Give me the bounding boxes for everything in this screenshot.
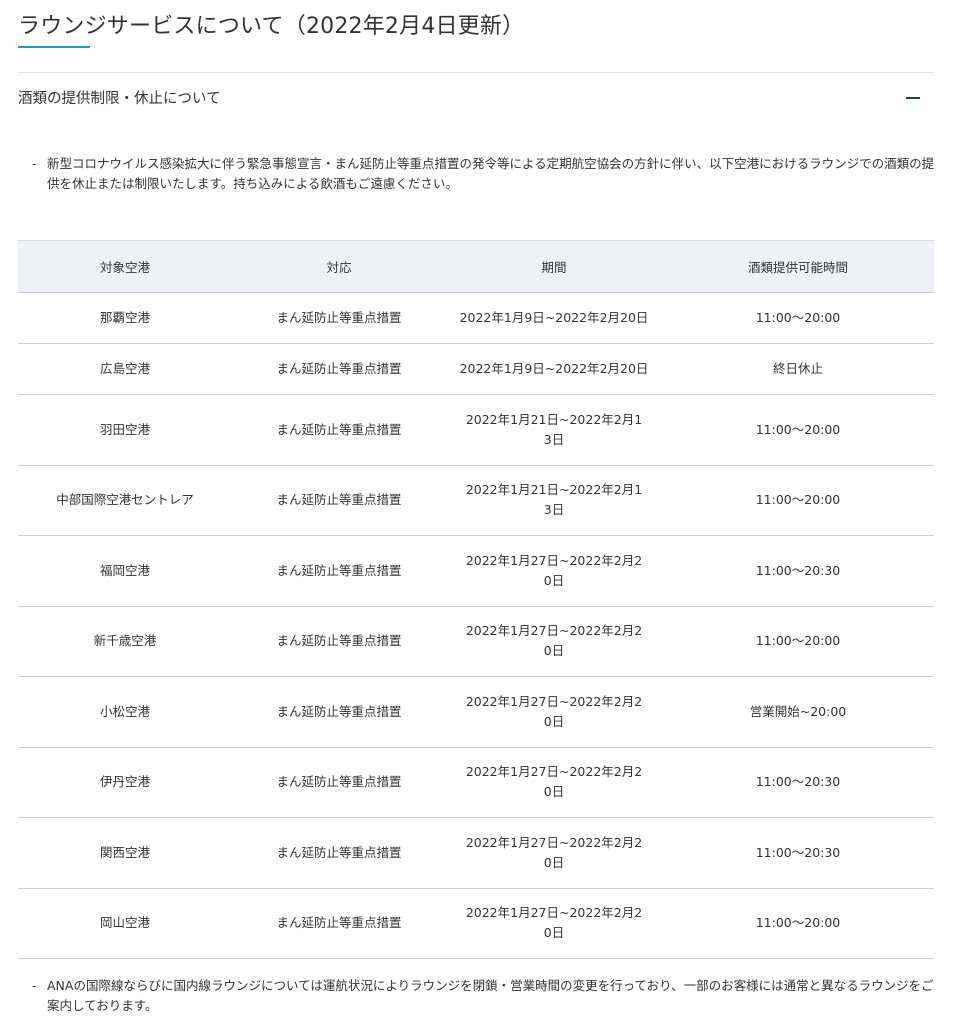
header-hours: 酒類提供可能時間 bbox=[662, 240, 934, 293]
cell-airport: 羽田空港 bbox=[18, 394, 232, 466]
period-text: 2022年1月21日~2022年2月13日 bbox=[465, 411, 643, 447]
cell-period: 2022年1月27日~2022年2月20日 bbox=[446, 535, 662, 607]
notice-text: ANAの国際線ならびに国内線ラウンジについては運航状況によりラウンジを閉鎖・営業… bbox=[47, 978, 934, 1013]
cell-period: 2022年1月9日~2022年2月20日 bbox=[446, 292, 662, 344]
table-row: 羽田空港 まん延防止等重点措置 2022年1月21日~2022年2月13日 11… bbox=[18, 394, 934, 466]
notice-text-bottom: - ANAの国際線ならびに国内線ラウンジについては運航状況によりラウンジを閉鎖・… bbox=[32, 976, 938, 1016]
cell-airport: 那覇空港 bbox=[18, 292, 232, 344]
cell-hours: 11:00～20:00 bbox=[662, 465, 934, 536]
cell-measure: まん延防止等重点措置 bbox=[232, 606, 446, 677]
period-text: 2022年1月27日~2022年2月20日 bbox=[465, 764, 643, 800]
header-measure: 対応 bbox=[232, 240, 446, 293]
cell-measure: まん延防止等重点措置 bbox=[232, 817, 446, 889]
cell-measure: まん延防止等重点措置 bbox=[232, 676, 446, 748]
cell-period: 2022年1月27日~2022年2月20日 bbox=[446, 888, 662, 959]
period-text: 2022年1月9日~2022年2月20日 bbox=[459, 310, 649, 325]
cell-measure: まん延防止等重点措置 bbox=[232, 747, 446, 818]
cell-hours: 11:00～20:30 bbox=[662, 747, 934, 818]
cell-hours: 11:00～20:00 bbox=[662, 292, 934, 344]
cell-measure: まん延防止等重点措置 bbox=[232, 535, 446, 607]
table-row: 中部国際空港セントレア まん延防止等重点措置 2022年1月21日~2022年2… bbox=[18, 465, 934, 536]
notice-text-top: - 新型コロナウイルス感染拡大に伴う緊急事態宣言・まん延防止等重点措置の発令等に… bbox=[32, 154, 938, 194]
cell-hours: 終日休止 bbox=[662, 343, 934, 395]
title-underline bbox=[18, 46, 90, 48]
cell-airport: 福岡空港 bbox=[18, 535, 232, 607]
cell-measure: まん延防止等重点措置 bbox=[232, 394, 446, 466]
cell-measure: まん延防止等重点措置 bbox=[232, 888, 446, 959]
cell-measure: まん延防止等重点措置 bbox=[232, 292, 446, 344]
table-row: 関西空港 まん延防止等重点措置 2022年1月27日~2022年2月20日 11… bbox=[18, 817, 934, 889]
lounge-restriction-table: 対象空港 対応 期間 酒類提供可能時間 那覇空港 まん延防止等重点措置 2022… bbox=[18, 240, 934, 959]
cell-hours: 11:00～20:30 bbox=[662, 535, 934, 607]
table-row: 広島空港 まん延防止等重点措置 2022年1月9日~2022年2月20日 終日休… bbox=[18, 343, 934, 395]
page: ラウンジサービスについて（2022年2月4日更新） 酒類の提供制限・休止について… bbox=[0, 0, 954, 1024]
cell-measure: まん延防止等重点措置 bbox=[232, 343, 446, 395]
period-text: 2022年1月27日~2022年2月20日 bbox=[465, 693, 643, 729]
cell-airport: 小松空港 bbox=[18, 676, 232, 748]
table-row: 岡山空港 まん延防止等重点措置 2022年1月27日~2022年2月20日 11… bbox=[18, 888, 934, 959]
minus-icon[interactable] bbox=[906, 97, 920, 99]
cell-airport: 関西空港 bbox=[18, 817, 232, 889]
list-dash: - bbox=[32, 156, 37, 171]
table-row: 小松空港 まん延防止等重点措置 2022年1月27日~2022年2月20日 営業… bbox=[18, 676, 934, 748]
period-text: 2022年1月27日~2022年2月20日 bbox=[465, 623, 643, 659]
accordion-title: 酒類の提供制限・休止について bbox=[18, 91, 221, 107]
cell-period: 2022年1月27日~2022年2月20日 bbox=[446, 676, 662, 748]
table-row: 福岡空港 まん延防止等重点措置 2022年1月27日~2022年2月20日 11… bbox=[18, 535, 934, 607]
table-header-row: 対象空港 対応 期間 酒類提供可能時間 bbox=[18, 240, 934, 293]
cell-airport: 中部国際空港セントレア bbox=[18, 465, 232, 536]
header-airport: 対象空港 bbox=[18, 240, 232, 293]
period-text: 2022年1月9日~2022年2月20日 bbox=[459, 361, 649, 376]
period-text: 2022年1月21日~2022年2月13日 bbox=[465, 482, 643, 518]
cell-period: 2022年1月21日~2022年2月13日 bbox=[446, 465, 662, 536]
cell-hours: 11:00～20:00 bbox=[662, 394, 934, 466]
header-period: 期間 bbox=[446, 240, 662, 293]
page-title: ラウンジサービスについて（2022年2月4日更新） bbox=[18, 14, 525, 39]
cell-airport: 新千歳空港 bbox=[18, 606, 232, 677]
cell-airport: 岡山空港 bbox=[18, 888, 232, 959]
table-row: 那覇空港 まん延防止等重点措置 2022年1月9日~2022年2月20日 11:… bbox=[18, 292, 934, 344]
table-row: 伊丹空港 まん延防止等重点措置 2022年1月27日~2022年2月20日 11… bbox=[18, 747, 934, 818]
period-text: 2022年1月27日~2022年2月20日 bbox=[465, 552, 643, 588]
cell-hours: 11:00～20:00 bbox=[662, 888, 934, 959]
cell-period: 2022年1月9日~2022年2月20日 bbox=[446, 343, 662, 395]
notice-text: 新型コロナウイルス感染拡大に伴う緊急事態宣言・まん延防止等重点措置の発令等による… bbox=[47, 156, 935, 191]
cell-period: 2022年1月27日~2022年2月20日 bbox=[446, 747, 662, 818]
cell-airport: 広島空港 bbox=[18, 343, 232, 395]
cell-period: 2022年1月21日~2022年2月13日 bbox=[446, 394, 662, 466]
cell-hours: 営業開始~20:00 bbox=[662, 676, 934, 748]
accordion-header-alcohol-restriction[interactable]: 酒類の提供制限・休止について bbox=[18, 73, 934, 121]
table-row: 新千歳空港 まん延防止等重点措置 2022年1月27日~2022年2月20日 1… bbox=[18, 606, 934, 677]
period-text: 2022年1月27日~2022年2月20日 bbox=[465, 905, 643, 941]
cell-period: 2022年1月27日~2022年2月20日 bbox=[446, 817, 662, 889]
cell-hours: 11:00～20:30 bbox=[662, 817, 934, 889]
list-dash: - bbox=[32, 978, 37, 993]
period-text: 2022年1月27日~2022年2月20日 bbox=[465, 834, 643, 870]
cell-hours: 11:00～20:00 bbox=[662, 606, 934, 677]
cell-measure: まん延防止等重点措置 bbox=[232, 465, 446, 536]
cell-airport: 伊丹空港 bbox=[18, 747, 232, 818]
cell-period: 2022年1月27日~2022年2月20日 bbox=[446, 606, 662, 677]
